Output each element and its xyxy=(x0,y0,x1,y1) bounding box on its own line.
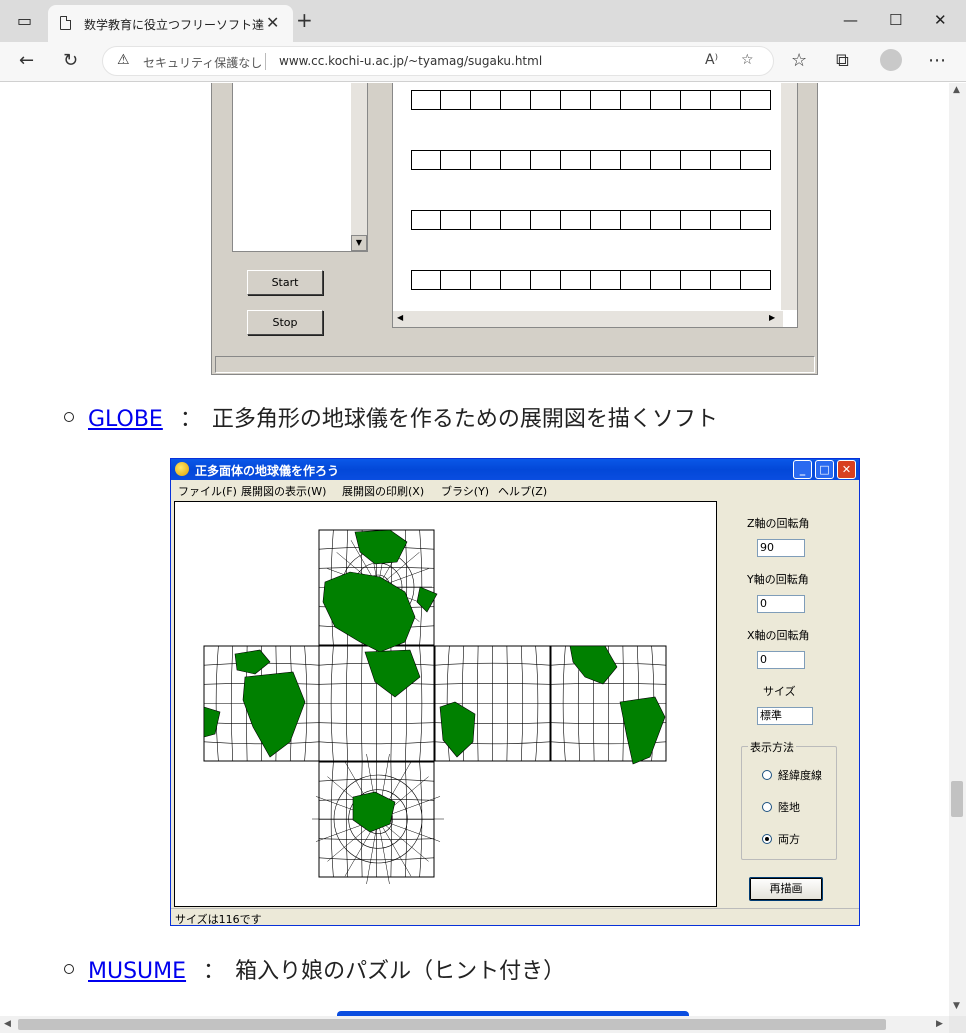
stop-button: Stop xyxy=(247,310,323,335)
address-separator xyxy=(265,53,266,70)
radio-latlon: 経緯度線 xyxy=(762,767,822,783)
cube-net-map xyxy=(203,529,667,885)
new-tab-icon[interactable]: + xyxy=(296,10,313,30)
scroll-left-icon[interactable]: ◀ xyxy=(4,1019,11,1029)
screenshot-status-bar xyxy=(215,356,815,373)
globe-title-bar: 正多面体の地球儀を作ろう _ □ ✕ xyxy=(171,459,859,480)
globe-maximize-icon: □ xyxy=(815,460,834,479)
tab-title: 数学教育に役立つフリーソフト達 xyxy=(84,18,264,32)
y-rotation-input: 0 xyxy=(757,595,805,613)
globe-status-text: サイズは116です xyxy=(175,913,262,926)
list-scrollbar xyxy=(351,83,367,251)
scroll-right-icon[interactable]: ▶ xyxy=(936,1019,943,1029)
musume-link[interactable]: MUSUME xyxy=(88,959,186,984)
favorites-icon[interactable]: ☆ xyxy=(791,51,807,71)
globe-status-bar: サイズは116です xyxy=(171,908,859,926)
cell-row xyxy=(411,270,771,290)
radio-icon xyxy=(762,770,772,780)
warning-icon: ⚠ xyxy=(117,52,130,68)
menu-help: ヘルプ(Z) xyxy=(498,485,548,498)
y-rotation-label: Y軸の回転角 xyxy=(747,573,809,586)
menu-show-net: 展開図の表示(W) xyxy=(241,485,327,498)
browser-window: ▭ 数学教育に役立つフリーソフト達 ✕ + — ☐ ✕ ← ↻ ⚠ セキュリティ… xyxy=(0,0,966,1033)
x-rotation-input: 0 xyxy=(757,651,805,669)
start-button: Start xyxy=(247,270,323,295)
title-bar: ▭ 数学教育に役立つフリーソフト達 ✕ + — ☐ ✕ xyxy=(0,0,966,42)
scrollbar-corner xyxy=(949,1016,966,1033)
globe-close-icon: ✕ xyxy=(837,460,856,479)
scroll-up-icon[interactable]: ▲ xyxy=(953,85,960,95)
refresh-icon[interactable]: ↻ xyxy=(63,51,78,71)
z-rotation-input: 90 xyxy=(757,539,805,557)
display-method-label: 表示方法 xyxy=(748,739,796,755)
radio-land: 陸地 xyxy=(762,799,800,815)
close-tab-icon[interactable]: ✕ xyxy=(266,13,279,32)
list-item-globe: GLOBE ： 正多角形の地球儀を作るための展開図を描くソフト xyxy=(64,401,718,433)
musume-description: 箱入り娘のパズル（ヒント付き） xyxy=(235,959,566,984)
radio-both: 両方 xyxy=(762,831,800,847)
favorite-add-icon[interactable]: ☆ xyxy=(741,52,754,68)
page-content: ▼ Start Stop ◀ ▶ GLOBE ： 正多角形の地球儀を作るための展開図… xyxy=(0,83,949,1016)
browser-tab[interactable]: 数学教育に役立つフリーソフト達 ✕ xyxy=(48,5,293,42)
app-screenshot-1: ▼ Start Stop ◀ ▶ xyxy=(211,83,818,375)
radio-icon xyxy=(762,802,772,812)
grid-vertical-scrollbar xyxy=(781,83,797,310)
grid-horizontal-scrollbar: ◀ ▶ xyxy=(393,311,783,327)
size-input: 標準 xyxy=(757,707,813,725)
read-aloud-icon[interactable]: A⁾ xyxy=(705,52,718,68)
item-separator: ： xyxy=(203,959,226,984)
more-icon[interactable]: ⋯ xyxy=(928,51,946,71)
radio-selected-icon xyxy=(762,834,772,844)
globe-app-icon xyxy=(175,462,189,476)
screenshot-grid-area: ◀ ▶ xyxy=(392,83,798,328)
browser-toolbar: ← ↻ ⚠ セキュリティ保護なし www.cc.kochi-u.ac.jp/~t… xyxy=(0,42,966,82)
display-method-group: 表示方法 経緯度線 陸地 両方 xyxy=(741,739,837,860)
globe-minimize-icon: _ xyxy=(793,460,812,479)
page-icon xyxy=(60,16,71,30)
vertical-scroll-thumb[interactable] xyxy=(951,781,963,817)
close-window-icon[interactable]: ✕ xyxy=(934,11,947,29)
screenshot-list-box: ▼ xyxy=(232,83,368,252)
profile-avatar[interactable] xyxy=(880,49,902,71)
globe-control-panel: Z軸の回転角 90 Y軸の回転角 0 X軸の回転角 0 サイズ 標準 表示方法 … xyxy=(719,501,859,907)
menu-file: ファイル(F) xyxy=(178,485,237,498)
security-label: セキュリティ保護なし xyxy=(143,56,263,70)
cell-row xyxy=(411,150,771,170)
collections-icon[interactable]: ⧉ xyxy=(836,51,849,71)
scroll-down-icon: ▼ xyxy=(351,235,367,251)
cell-row xyxy=(411,90,771,110)
minimize-icon[interactable]: — xyxy=(843,11,858,29)
globe-app-screenshot: 正多面体の地球儀を作ろう _ □ ✕ ファイル(F) 展開図の表示(W) 展開図… xyxy=(170,458,860,926)
size-label: サイズ xyxy=(763,685,796,698)
back-icon[interactable]: ← xyxy=(19,51,34,71)
globe-link[interactable]: GLOBE xyxy=(88,407,163,432)
cell-row xyxy=(411,210,771,230)
horizontal-scrollbar[interactable]: ◀ ▶ xyxy=(0,1016,949,1033)
cube-map-canvas xyxy=(174,501,717,907)
url-text[interactable]: www.cc.kochi-u.ac.jp/~tyamag/sugaku.html xyxy=(279,54,542,68)
bullet-icon xyxy=(64,964,74,974)
bullet-icon xyxy=(64,412,74,422)
scroll-down-icon[interactable]: ▼ xyxy=(953,1001,960,1011)
x-rotation-label: X軸の回転角 xyxy=(747,629,810,642)
tab-actions-icon[interactable]: ▭ xyxy=(17,12,32,30)
horizontal-scroll-thumb[interactable] xyxy=(18,1019,886,1030)
menu-brush: ブラシ(Y) xyxy=(441,485,490,498)
globe-menu-bar: ファイル(F) 展開図の表示(W) 展開図の印刷(X) ブラシ(Y) ヘルプ(Z… xyxy=(171,480,859,499)
z-rotation-label: Z軸の回転角 xyxy=(747,517,810,530)
maximize-icon[interactable]: ☐ xyxy=(889,11,902,29)
globe-description: 正多角形の地球儀を作るための展開図を描くソフト xyxy=(211,407,718,432)
menu-print-net: 展開図の印刷(X) xyxy=(342,485,425,498)
item-separator: ： xyxy=(179,407,202,432)
globe-app-title: 正多面体の地球儀を作ろう xyxy=(195,464,340,478)
list-item-musume: MUSUME ： 箱入り娘のパズル（ヒント付き） xyxy=(64,953,565,985)
redraw-button: 再描画 xyxy=(749,877,823,901)
address-bar[interactable]: ⚠ セキュリティ保護なし www.cc.kochi-u.ac.jp/~tyama… xyxy=(102,46,774,76)
vertical-scrollbar[interactable]: ▲ ▼ xyxy=(949,83,966,1016)
